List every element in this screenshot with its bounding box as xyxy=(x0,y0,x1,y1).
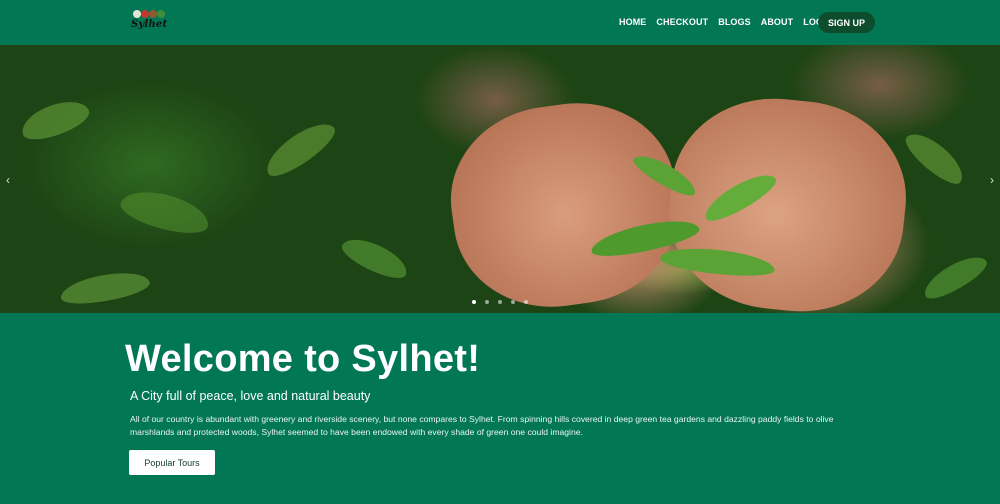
leaf-shape xyxy=(117,183,213,241)
welcome-section: Welcome to Sylhet! A City full of peace,… xyxy=(0,313,1000,504)
carousel-dot[interactable] xyxy=(472,300,476,304)
hand-shape xyxy=(659,88,916,313)
carousel-indicators xyxy=(472,300,528,304)
chevron-left-icon[interactable]: ‹ xyxy=(3,173,13,187)
carousel-dot[interactable] xyxy=(485,300,489,304)
logo-ball xyxy=(133,10,141,18)
hand-shape xyxy=(439,90,690,313)
nav-checkout[interactable]: CHECKOUT xyxy=(656,17,708,27)
logo-text: Sylhet xyxy=(131,19,168,30)
main-nav: HOME CHECKOUT BLOGS ABOUT LOGIN xyxy=(619,17,842,27)
leaf-shape xyxy=(918,249,992,305)
logo-ball xyxy=(157,10,165,18)
page-title: Welcome to Sylhet! xyxy=(125,338,481,380)
page-subtitle: A City full of peace, love and natural b… xyxy=(130,389,371,403)
logo-ball xyxy=(141,10,149,18)
carousel-dot[interactable] xyxy=(511,300,515,304)
chevron-right-icon[interactable]: › xyxy=(987,173,997,187)
leaf-shape xyxy=(16,93,94,147)
leaf-shape xyxy=(337,231,413,285)
leaf-shape xyxy=(58,267,152,309)
logo-ball xyxy=(149,10,157,18)
leaf-shape xyxy=(899,125,971,191)
carousel-dot[interactable] xyxy=(498,300,502,304)
hero-carousel: ‹ › xyxy=(0,45,1000,313)
nav-about[interactable]: ABOUT xyxy=(761,17,794,27)
carousel-dot[interactable] xyxy=(524,300,528,304)
nav-home[interactable]: HOME xyxy=(619,17,646,27)
leaf-shape xyxy=(259,114,341,184)
page-description: All of our country is abundant with gree… xyxy=(130,414,834,437)
nav-blogs[interactable]: BLOGS xyxy=(718,17,751,27)
signup-button[interactable]: SIGN UP xyxy=(818,12,875,33)
site-logo[interactable]: Sylhet xyxy=(131,8,167,34)
navbar: Sylhet HOME CHECKOUT BLOGS ABOUT LOGIN S… xyxy=(0,0,1000,45)
popular-tours-button[interactable]: Popular Tours xyxy=(129,450,215,475)
